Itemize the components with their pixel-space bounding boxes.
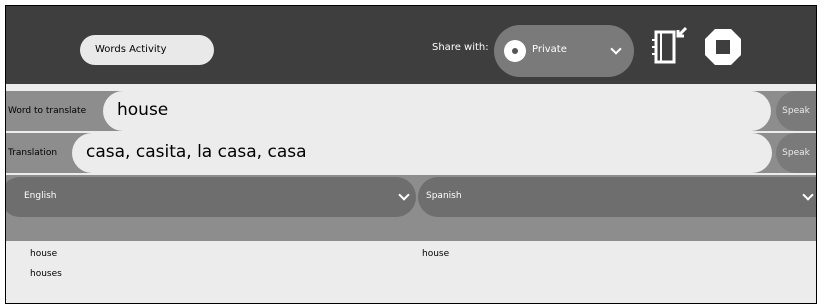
language-selector-row: English Spanish (6, 175, 816, 219)
stop-icon (705, 29, 741, 65)
chevron-down-icon (610, 43, 622, 55)
translation-input[interactable]: casa, casita, la casa, casa (72, 133, 772, 173)
target-word-list: house (422, 248, 449, 268)
journal-icon (652, 26, 688, 64)
word-input[interactable]: house (103, 91, 771, 131)
share-value: Private (532, 44, 567, 55)
speak-word-button[interactable]: Speak (776, 91, 816, 131)
target-language-combo[interactable]: Spanish (418, 177, 816, 217)
word-row: Word to translate house Speak (6, 91, 816, 131)
activity-title-input[interactable]: Words Activity (80, 35, 214, 65)
toolbar: Words Activity Share with: Private (6, 6, 816, 84)
source-language-combo[interactable]: English (6, 177, 416, 217)
list-header-bar (6, 219, 816, 241)
translation-input-value: casa, casita, la casa, casa (86, 142, 307, 162)
share-with-combo[interactable]: Private (494, 25, 634, 77)
share-with-label: Share with: (432, 42, 489, 53)
stop-button[interactable] (703, 27, 743, 67)
source-word-list: house houses (30, 248, 62, 288)
list-item[interactable]: house (30, 248, 62, 268)
translation-label: Translation (8, 148, 58, 158)
app-window: Words Activity Share with: Private Word … (5, 5, 817, 304)
speak-translation-button[interactable]: Speak (776, 133, 816, 173)
word-input-value: house (117, 100, 169, 120)
list-item[interactable]: houses (30, 268, 62, 288)
source-language-value: English (24, 191, 57, 201)
private-icon (504, 40, 526, 62)
chevron-down-icon (802, 189, 814, 201)
word-to-translate-label: Word to translate (8, 106, 87, 116)
list-item[interactable]: house (422, 248, 449, 268)
chevron-down-icon (398, 189, 410, 201)
target-language-value: Spanish (426, 191, 462, 201)
keep-journal-button[interactable] (646, 22, 696, 72)
translation-row: Translation casa, casita, la casa, casa … (6, 133, 816, 173)
